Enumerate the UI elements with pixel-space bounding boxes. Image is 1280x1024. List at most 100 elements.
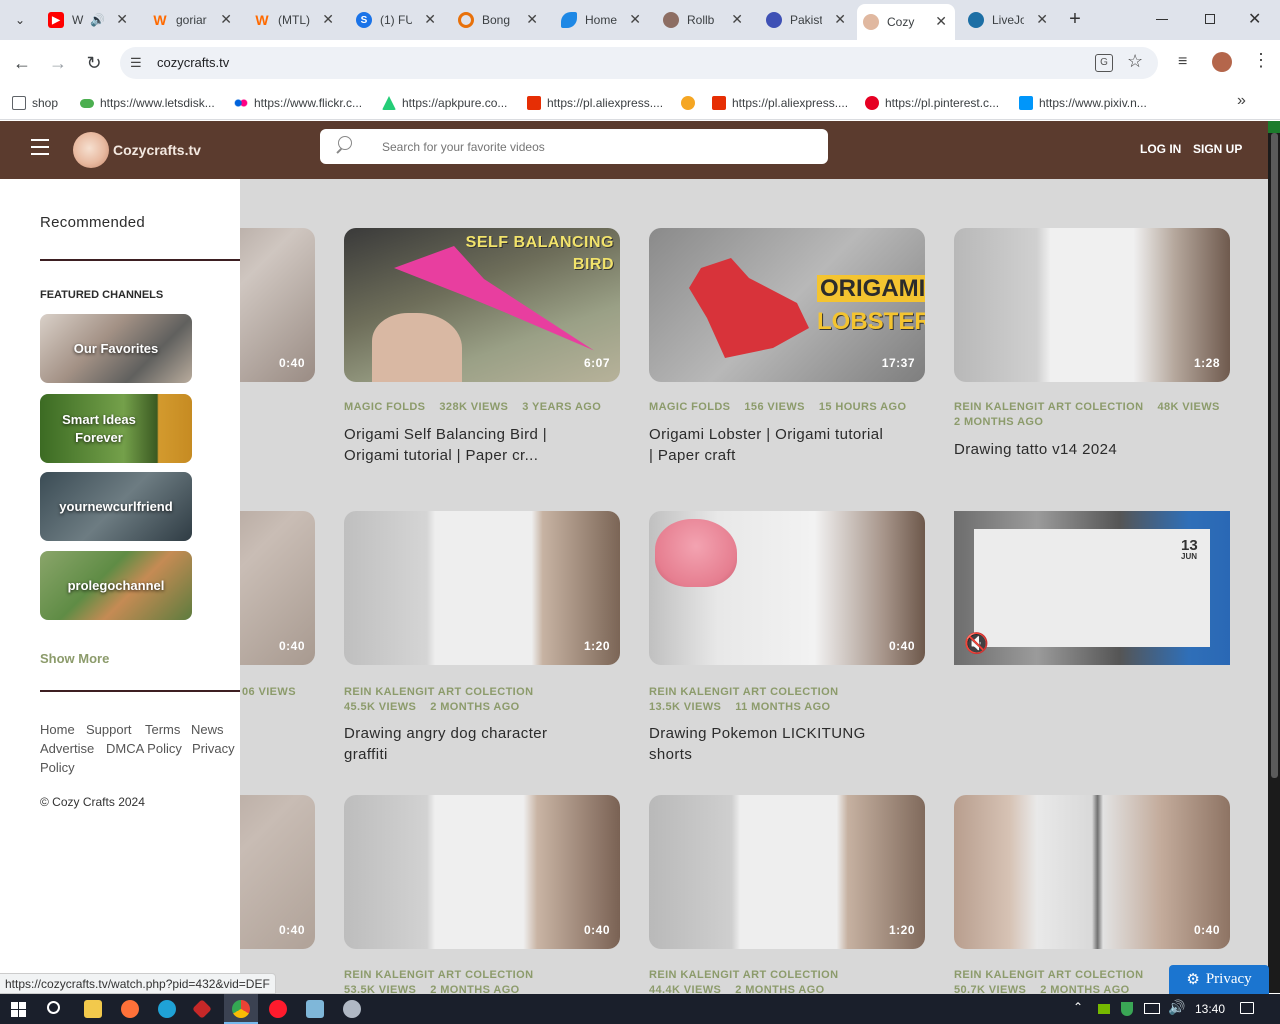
nvidia-icon[interactable] <box>1098 1004 1110 1014</box>
address-bar[interactable]: ☰ cozycrafts.tv G ☆ <box>120 47 1158 79</box>
reload-icon[interactable]: ↻ <box>82 51 106 75</box>
browser-tab[interactable]: LiveJo ✕ <box>962 6 1056 34</box>
site-logo[interactable]: Cozycrafts.tv <box>73 132 201 168</box>
app-icon[interactable] <box>192 999 212 1019</box>
browser-tab-active[interactable]: Cozy ✕ <box>857 4 955 40</box>
close-tab-icon[interactable]: ✕ <box>629 11 641 28</box>
close-tab-icon[interactable]: ✕ <box>220 11 232 28</box>
browser-tab[interactable]: W (MTL) ✕ <box>248 6 342 34</box>
restore-icon[interactable] <box>1205 14 1215 24</box>
tray-chevron-icon[interactable]: ⌃ <box>1073 1000 1083 1014</box>
video-thumbnail[interactable]: 1:28 <box>954 228 1230 382</box>
speaker-icon[interactable]: 🔊 <box>90 13 105 27</box>
channel-name[interactable]: REIN KALENGIT ART COLECTION <box>649 686 838 698</box>
close-tab-icon[interactable]: ✕ <box>1036 11 1048 28</box>
channel-name[interactable]: REIN KALENGIT ART COLECTION <box>954 401 1143 413</box>
channel-card[interactable]: yournewcurlfriend <box>40 472 192 541</box>
close-tab-icon[interactable]: ✕ <box>526 11 538 28</box>
chrome-taskbar-active[interactable] <box>224 994 258 1024</box>
bookmark-item[interactable] <box>681 94 701 112</box>
video-thumbnail[interactable]: 0:40 <box>954 795 1230 949</box>
channel-name[interactable]: REIN KALENGIT ART COLECTION <box>649 969 838 981</box>
hamburger-menu-icon[interactable] <box>31 139 49 155</box>
search-box[interactable] <box>320 129 828 164</box>
bookmark-item[interactable]: https://www.flickr.c... <box>234 94 362 112</box>
footer-link-dmca[interactable]: DMCA Policy <box>106 741 182 756</box>
menu-kebab-icon[interactable]: ⋮ <box>1252 50 1270 71</box>
bookmark-item[interactable]: shop <box>12 94 58 112</box>
video-title[interactable]: Origami Lobster | Origami tutorial | Pap… <box>649 424 889 466</box>
browser-tab[interactable]: W goriar ✕ <box>146 6 240 34</box>
footer-link-advertise[interactable]: Advertise <box>40 741 94 756</box>
channel-name[interactable]: MAGIC FOLDS <box>344 401 425 413</box>
channel-card[interactable]: Our Favorites <box>40 314 192 383</box>
channel-name[interactable]: MAGIC FOLDS <box>649 401 730 413</box>
network-icon[interactable] <box>1144 1003 1160 1014</box>
back-icon[interactable]: ← <box>10 51 34 75</box>
search-input[interactable] <box>382 137 802 157</box>
volume-icon[interactable]: 🔊 <box>1168 999 1185 1016</box>
video-title[interactable]: Drawing tatto v14 2024 <box>954 439 1194 460</box>
bookmark-item[interactable]: https://pl.aliexpress.... <box>712 94 848 112</box>
browser-tab[interactable]: Bong ✕ <box>452 6 546 34</box>
bookmark-item[interactable]: https://www.letsdisk... <box>80 94 215 112</box>
address-url[interactable]: cozycrafts.tv <box>157 55 229 70</box>
video-thumbnail[interactable]: ORIGAMI LOBSTER 17:37 <box>649 228 925 382</box>
channel-name[interactable]: REIN KALENGIT ART COLECTION <box>344 969 533 981</box>
bookmark-item[interactable]: https://apkpure.co... <box>382 94 507 112</box>
footer-link-privacy[interactable]: Privacy <box>192 741 235 756</box>
edge-icon[interactable] <box>158 1000 176 1018</box>
close-window-icon[interactable]: ✕ <box>1248 9 1261 29</box>
signup-link[interactable]: SIGN UP <box>1193 142 1242 156</box>
browser-tab[interactable]: ▶ W 🔊 ✕ <box>42 6 136 34</box>
close-tab-icon[interactable]: ✕ <box>116 11 128 28</box>
channel-card[interactable]: Smart Ideas Forever <box>40 394 192 463</box>
video-title[interactable]: Origami Self Balancing Bird | Origami tu… <box>344 424 584 466</box>
new-tab-button[interactable]: + <box>1064 8 1086 30</box>
close-tab-icon[interactable]: ✕ <box>834 11 846 28</box>
video-thumbnail[interactable]: 13 JUN 🔇 <box>954 511 1230 665</box>
windows-start-icon[interactable] <box>11 1002 26 1017</box>
more-bookmarks-icon[interactable]: » <box>1237 92 1246 110</box>
firefox-icon[interactable] <box>121 1000 139 1018</box>
channel-name[interactable]: REIN KALENGIT ART COLECTION <box>344 686 533 698</box>
footer-link-policy[interactable]: Policy <box>40 760 75 775</box>
app2-icon[interactable] <box>343 1000 361 1018</box>
site-info-icon[interactable]: ☰ <box>130 55 142 71</box>
security-icon[interactable] <box>1121 1002 1133 1016</box>
bookmark-item[interactable]: https://pl.pinterest.c... <box>865 94 999 112</box>
close-tab-icon[interactable]: ✕ <box>731 11 743 28</box>
video-thumbnail[interactable]: SELF BALANCING BIRD 6:07 <box>344 228 620 382</box>
notifications-icon[interactable] <box>1240 1002 1254 1014</box>
reading-list-icon[interactable]: ≡ <box>1178 53 1187 71</box>
tab-search-button[interactable]: ⌄ <box>8 8 32 32</box>
footer-link-support[interactable]: Support <box>86 722 132 737</box>
browser-tab[interactable]: Rollb ✕ <box>657 6 751 34</box>
file-explorer-icon[interactable] <box>84 1000 102 1018</box>
profile-avatar[interactable] <box>1212 52 1232 72</box>
bookmark-star-icon[interactable]: ☆ <box>1127 51 1143 72</box>
footer-link-home[interactable]: Home <box>40 722 75 737</box>
translate-icon[interactable]: G <box>1095 54 1113 72</box>
footer-link-terms[interactable]: Terms <box>145 722 180 737</box>
video-title[interactable]: Drawing angry dog character graffiti <box>344 723 584 765</box>
video-thumbnail[interactable]: 0:40 <box>649 511 925 665</box>
close-tab-icon[interactable]: ✕ <box>322 11 334 28</box>
footer-link-news[interactable]: News <box>191 722 224 737</box>
opera-icon[interactable] <box>269 1000 287 1018</box>
notepad-icon[interactable] <box>306 1000 324 1018</box>
browser-tab[interactable]: Home ✕ <box>555 6 649 34</box>
channel-card[interactable]: prolegochannel <box>40 551 192 620</box>
channel-name[interactable]: REIN KALENGIT ART COLECTION <box>954 969 1143 981</box>
video-thumbnail[interactable]: 0:40 <box>344 795 620 949</box>
close-tab-icon[interactable]: ✕ <box>424 11 436 28</box>
close-tab-icon[interactable]: ✕ <box>935 13 947 30</box>
browser-tab[interactable]: S (1) FU ✕ <box>350 6 444 34</box>
video-title[interactable]: Drawing Pokemon LICKITUNG shorts <box>649 723 889 765</box>
bookmark-item[interactable]: https://pl.aliexpress.... <box>527 94 663 112</box>
browser-tab[interactable]: Pakist ✕ <box>760 6 854 34</box>
forward-icon[interactable]: → <box>46 51 70 75</box>
bookmark-item[interactable]: https://www.pixiv.n... <box>1019 94 1147 112</box>
video-thumbnail[interactable]: 1:20 <box>344 511 620 665</box>
scrollbar-thumb[interactable] <box>1271 133 1278 778</box>
